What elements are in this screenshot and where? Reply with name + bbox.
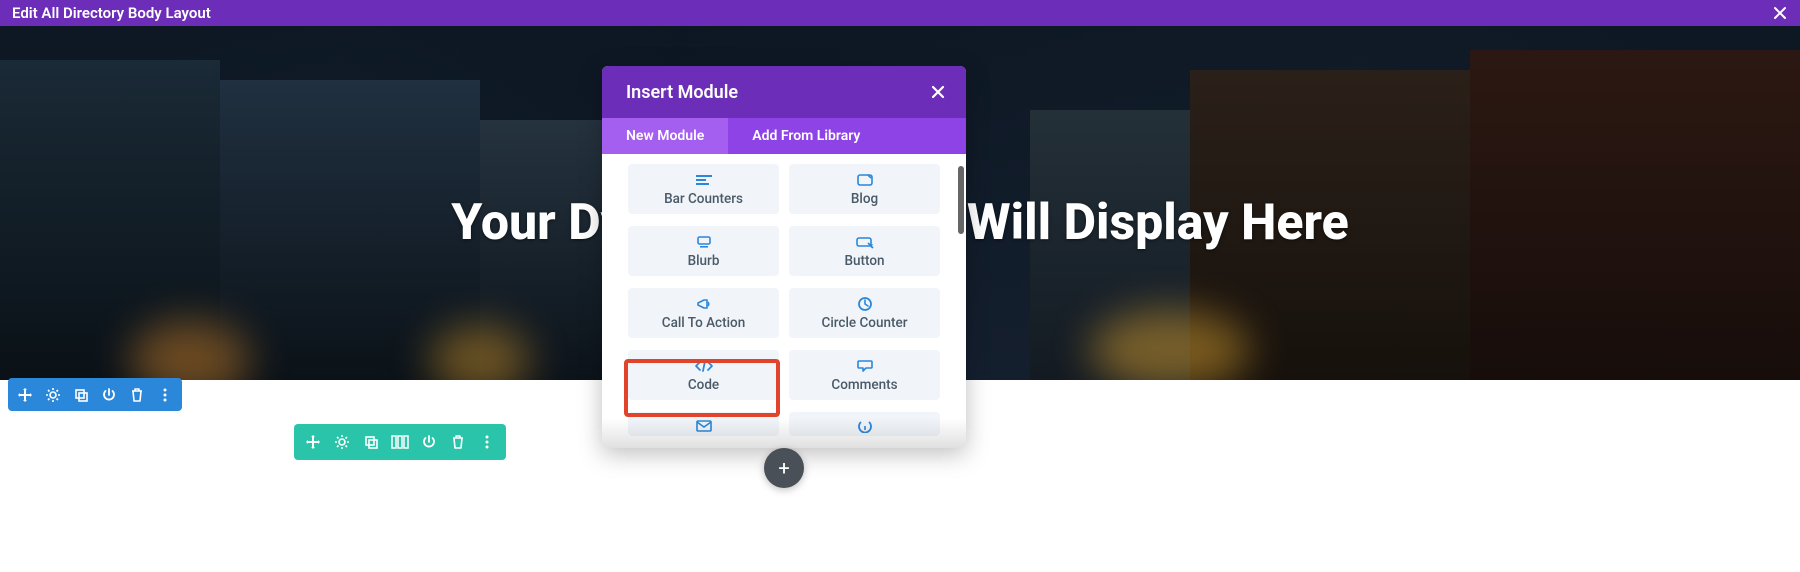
duplicate-icon[interactable] [72, 386, 90, 404]
settings-icon[interactable] [44, 386, 62, 404]
module-call-to-action[interactable]: Call To Action [628, 288, 779, 338]
move-icon[interactable] [304, 433, 322, 451]
blog-icon [856, 172, 874, 188]
module-label: Circle Counter [822, 315, 908, 331]
settings-icon[interactable] [333, 433, 351, 451]
page-title: Edit All Directory Body Layout [12, 4, 211, 22]
columns-icon[interactable] [391, 433, 409, 451]
row-toolbar [294, 424, 506, 460]
module-countdown[interactable] [789, 412, 940, 436]
module-button[interactable]: Button [789, 226, 940, 276]
tab-add-from-library[interactable]: Add From Library [728, 118, 884, 154]
module-label: Comments [831, 377, 897, 393]
delete-icon[interactable] [449, 433, 467, 451]
module-blurb[interactable]: Blurb [628, 226, 779, 276]
code-icon [694, 358, 714, 374]
close-icon[interactable] [1772, 5, 1788, 21]
comments-icon [856, 358, 874, 374]
module-label: Code [688, 377, 719, 393]
move-icon[interactable] [16, 386, 34, 404]
button-icon [855, 234, 875, 250]
module-label: Blog [851, 191, 878, 207]
module-label: Button [844, 253, 884, 269]
power-icon[interactable] [100, 386, 118, 404]
module-label: Call To Action [662, 315, 745, 331]
module-contact[interactable] [628, 412, 779, 436]
modal-body: Accordion Audio Bar Counters Blog [602, 154, 966, 448]
delete-icon[interactable] [128, 386, 146, 404]
topbar: Edit All Directory Body Layout [0, 0, 1800, 26]
bars-icon [694, 172, 714, 188]
more-icon[interactable] [478, 433, 496, 451]
module-code[interactable]: Code [628, 350, 779, 400]
circle-counter-icon [857, 296, 873, 312]
module-comments[interactable]: Comments [789, 350, 940, 400]
modal-tabs: New Module Add From Library [602, 118, 966, 154]
more-icon[interactable] [156, 386, 174, 404]
megaphone-icon [695, 296, 713, 312]
countdown-icon [857, 418, 873, 434]
close-icon[interactable] [930, 84, 946, 100]
module-label: Blurb [688, 253, 720, 269]
modal-title: Insert Module [626, 82, 738, 103]
envelope-icon [695, 418, 713, 434]
duplicate-icon[interactable] [362, 433, 380, 451]
tab-new-module[interactable]: New Module [602, 118, 728, 154]
module-circle-counter[interactable]: Circle Counter [789, 288, 940, 338]
power-icon[interactable] [420, 433, 438, 451]
section-toolbar [8, 378, 182, 411]
module-bar-counters[interactable]: Bar Counters [628, 164, 779, 214]
module-blog[interactable]: Blog [789, 164, 940, 214]
add-module-button[interactable]: + [764, 448, 804, 488]
insert-module-modal: Insert Module New Module Add From Librar… [602, 66, 966, 448]
module-label: Bar Counters [664, 191, 743, 207]
blurb-icon [695, 234, 713, 250]
modal-header: Insert Module [602, 66, 966, 118]
